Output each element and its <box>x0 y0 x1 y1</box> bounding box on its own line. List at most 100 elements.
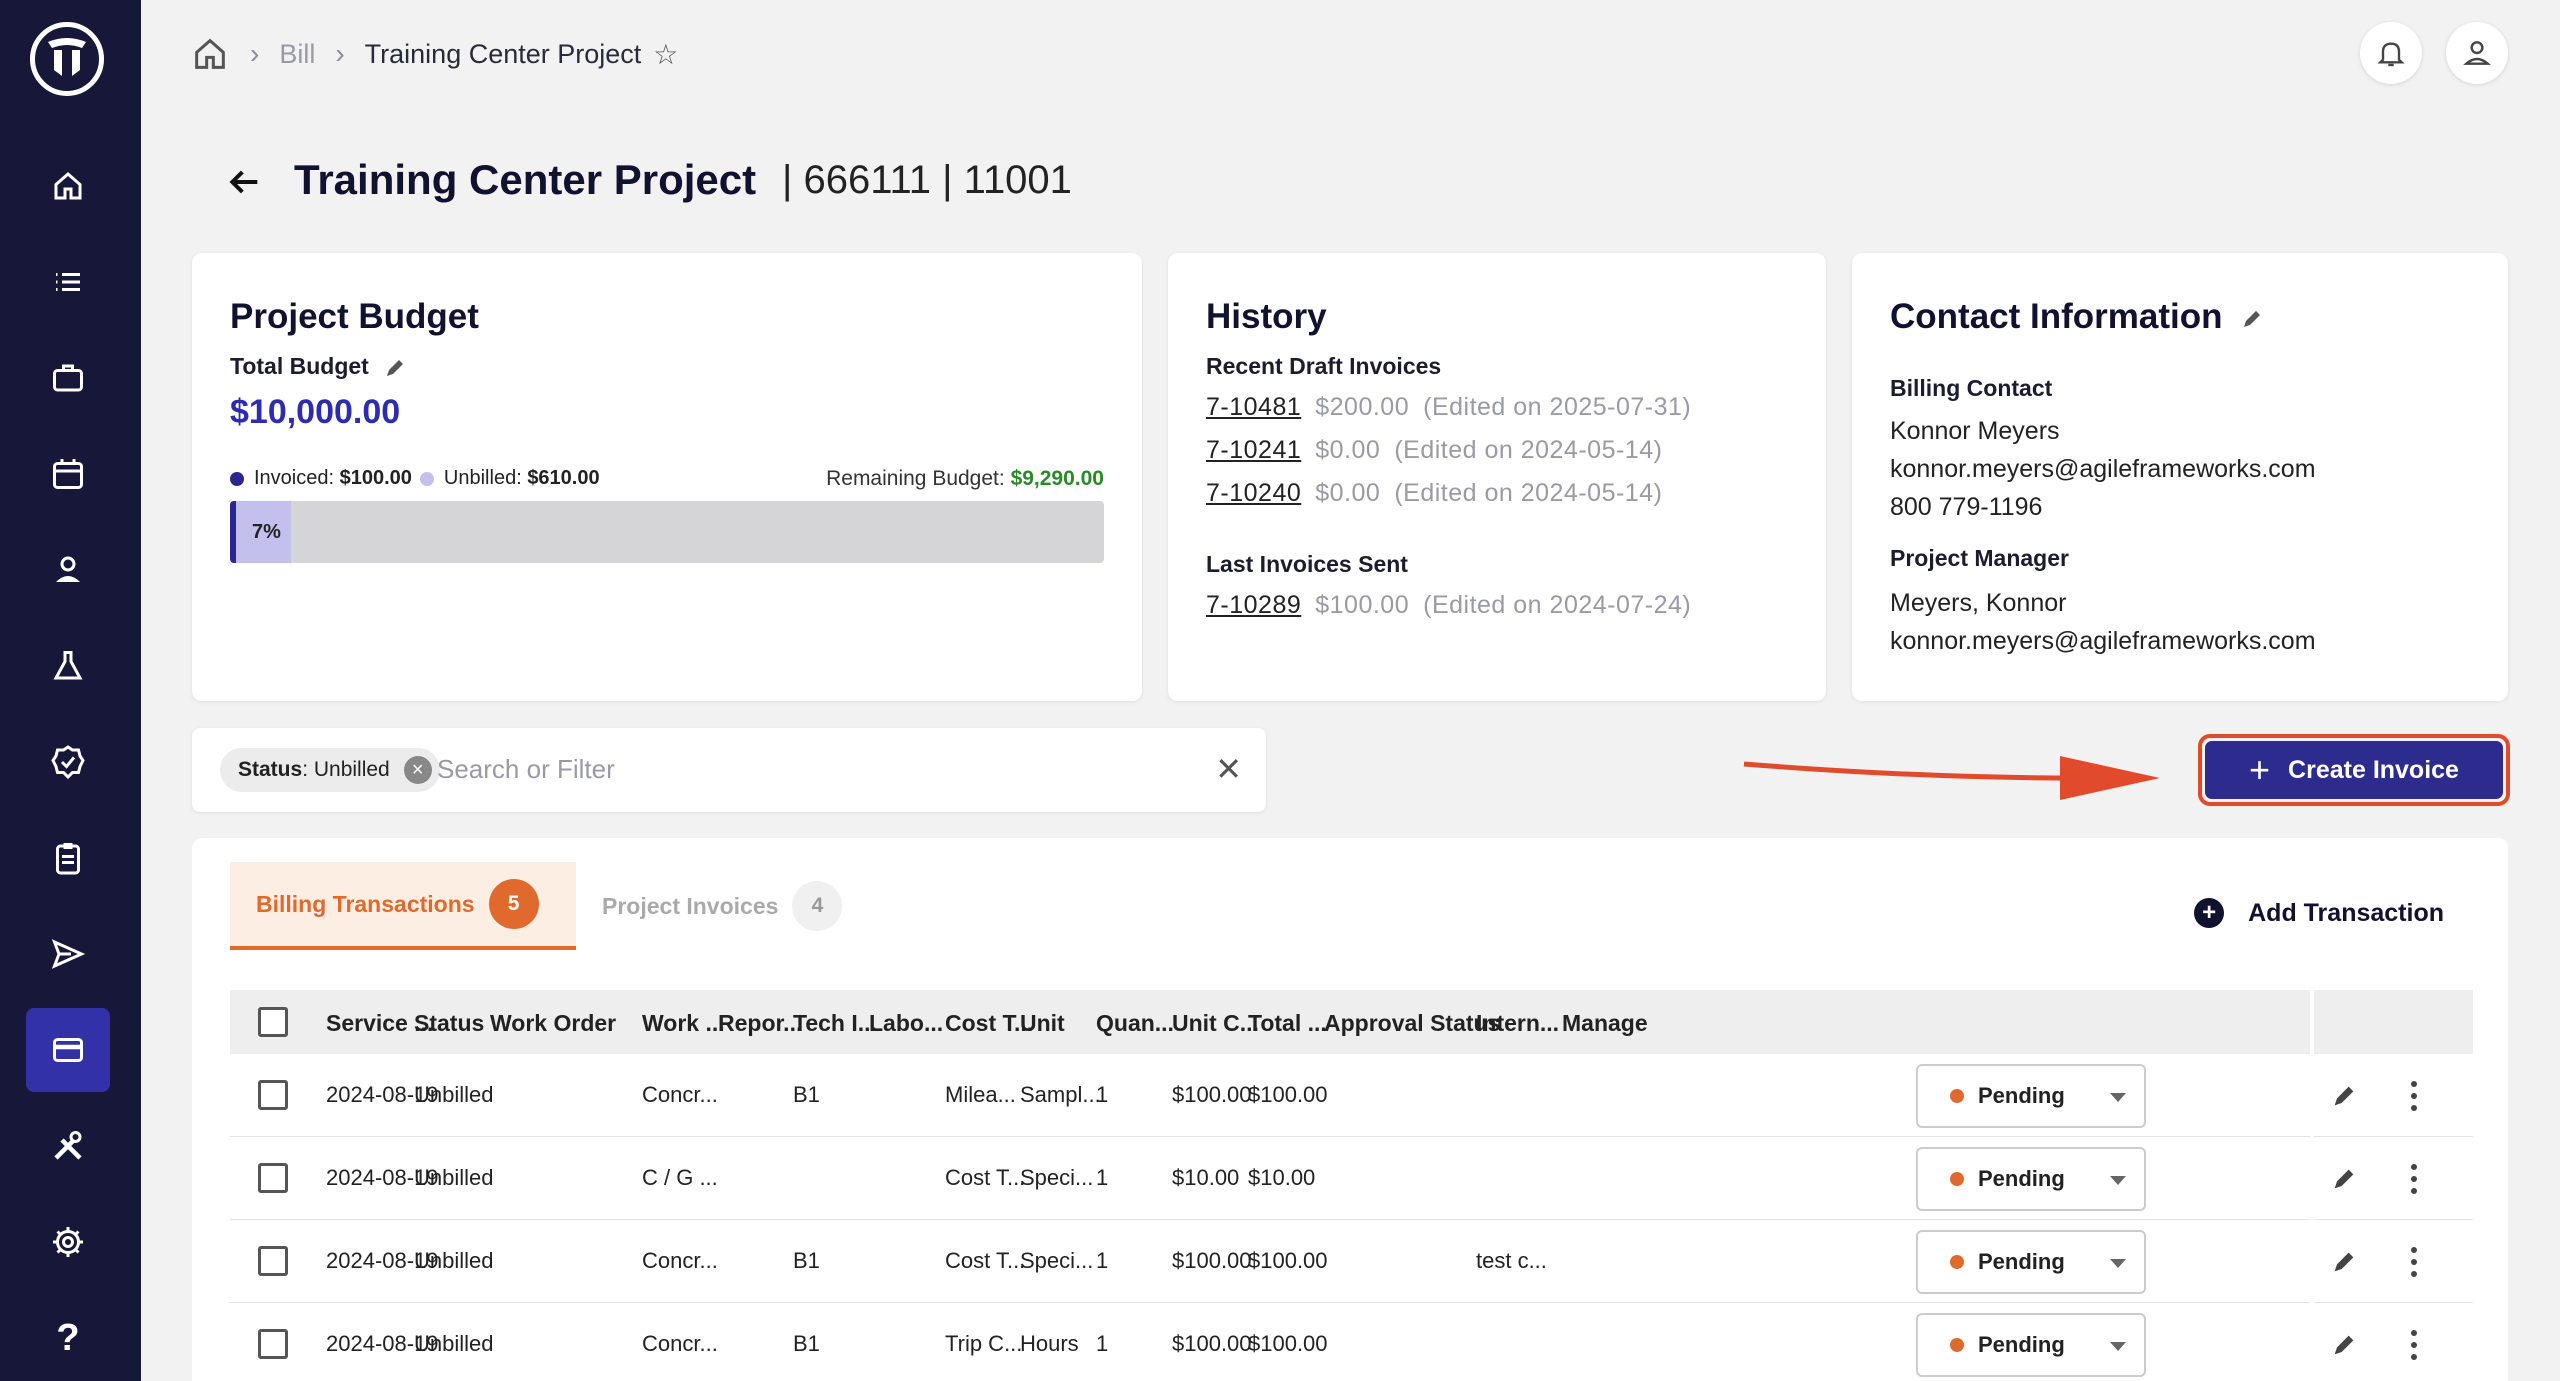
nav-approvals[interactable] <box>26 720 110 804</box>
draft-invoice-link[interactable]: 7-10241 <box>1206 436 1301 464</box>
nav-calendar[interactable] <box>26 432 110 516</box>
cell-work: C / G ... <box>642 1165 718 1190</box>
tab-count-badge: 4 <box>792 881 843 931</box>
cell-unit-cost: $10.00 <box>1172 1165 1240 1190</box>
row-checkbox[interactable] <box>258 1080 288 1110</box>
pending-status-dot <box>1950 1338 1964 1352</box>
row-checkbox[interactable] <box>258 1246 288 1276</box>
approval-status-select[interactable]: Pending <box>1916 1064 2146 1128</box>
billing-contact-phone: 800 779-1196 <box>1890 493 2043 521</box>
approval-status-value: Pending <box>1978 1249 2065 1274</box>
cell-cost-type: Cost T... <box>945 1248 1026 1273</box>
page-title: Training Center Project <box>294 156 757 203</box>
cell-cost-type: Milea... <box>945 1082 1016 1107</box>
edit-pencil-icon[interactable] <box>2330 1082 2358 1110</box>
manage-column-divider <box>2310 990 2314 1381</box>
person-badge-icon <box>56 556 80 582</box>
sent-invoice-link[interactable]: 7-10289 <box>1206 591 1301 619</box>
remove-chip-icon[interactable]: × <box>403 756 432 784</box>
list-icon <box>56 273 80 291</box>
nav-help[interactable]: ? <box>26 1296 110 1380</box>
remaining-label: Remaining Budget: <box>826 467 1005 490</box>
edit-pencil-icon[interactable] <box>2330 1331 2358 1359</box>
nav-billing[interactable] <box>26 1008 110 1092</box>
billing-contact-name: Konnor Meyers <box>1890 417 2060 445</box>
col-quantity[interactable]: Quan... <box>1096 1010 1174 1037</box>
col-tech[interactable]: Tech I... <box>793 1010 877 1037</box>
nav-send[interactable] <box>26 912 110 996</box>
edit-pencil-icon[interactable] <box>2330 1165 2358 1193</box>
add-transaction-label: Add Transaction <box>2248 898 2444 927</box>
plus-circle-icon: + <box>2194 898 2225 928</box>
col-labor[interactable]: Labo... <box>869 1010 943 1037</box>
sent-invoice-row: 7-10289 $100.00 (Edited on 2024-07-24) <box>1206 591 1691 620</box>
table-row[interactable]: 2024-08-19 Unbilled Concr... B1 Trip C... Hou… <box>230 1303 2473 1381</box>
nav-list[interactable] <box>26 240 110 324</box>
home-icon <box>54 172 82 200</box>
nav-home[interactable] <box>26 144 110 228</box>
table-row[interactable]: 2024-08-19 Unbilled Concr... B1 Milea... Samp… <box>230 1054 2473 1137</box>
col-work[interactable]: Work ... <box>642 1010 725 1037</box>
col-status[interactable]: Status <box>414 1010 484 1037</box>
table-row[interactable]: 2024-08-19 Unbilled C / G ... Cost T... Spec… <box>230 1137 2473 1220</box>
nav-projects[interactable] <box>26 336 110 420</box>
draft-invoice-link[interactable]: 7-10240 <box>1206 479 1301 507</box>
row-checkbox[interactable] <box>258 1163 288 1193</box>
table-row[interactable]: 2024-08-19 Unbilled Concr... B1 Cost T... Spe… <box>230 1220 2473 1303</box>
add-transaction-button[interactable]: + Add Transaction <box>2194 898 2444 928</box>
nav-lab[interactable] <box>26 624 110 708</box>
cell-unit: Speci... <box>1020 1165 1094 1190</box>
back-arrow-icon[interactable] <box>224 162 264 202</box>
search-input[interactable]: Search or Filter <box>437 754 615 785</box>
account-button[interactable] <box>2446 22 2508 84</box>
project-manager-email: konnor.meyers@agileframeworks.com <box>1890 627 2316 655</box>
col-work-order[interactable]: Work Order <box>490 1010 616 1037</box>
star-icon[interactable]: ☆ <box>653 38 678 71</box>
col-unit[interactable]: Unit <box>1020 1010 1065 1037</box>
draft-invoice-amount: $200.00 <box>1315 393 1410 421</box>
cell-work: Concr... <box>642 1331 718 1356</box>
pending-status-dot <box>1950 1255 1964 1269</box>
search-filter-bar[interactable]: Status: Unbilled × Search or Filter ✕ <box>192 728 1266 812</box>
approval-status-select[interactable]: Pending <box>1916 1230 2146 1294</box>
credit-card-icon <box>53 1038 83 1062</box>
more-options-icon[interactable] <box>2408 1242 2420 1282</box>
status-filter-chip[interactable]: Status: Unbilled × <box>220 748 440 792</box>
col-total[interactable]: Total ... <box>1248 1010 1327 1037</box>
breadcrumb: › Bill › Training Center Project ☆ <box>190 30 678 78</box>
nav-people[interactable] <box>26 528 110 612</box>
approval-status-select[interactable]: Pending <box>1916 1147 2146 1211</box>
nav-tools[interactable] <box>26 1104 110 1188</box>
nav-settings[interactable] <box>26 1200 110 1284</box>
row-checkbox[interactable] <box>258 1329 288 1359</box>
breadcrumb-home-icon[interactable] <box>190 34 230 74</box>
col-approval-status[interactable]: Approval Status <box>1324 1010 1500 1037</box>
col-internal[interactable]: Intern... <box>1476 1010 1559 1037</box>
help-icon: ? <box>56 1316 80 1359</box>
more-options-icon[interactable] <box>2408 1076 2420 1116</box>
chip-value: : Unbilled <box>302 758 390 781</box>
draft-invoice-link[interactable]: 7-10481 <box>1206 393 1301 421</box>
approval-status-select[interactable]: Pending <box>1916 1313 2146 1377</box>
project-budget-card: Project Budget Total Budget $10,000.00 I… <box>192 253 1142 701</box>
app-logo[interactable] <box>30 22 104 96</box>
nav-reports[interactable] <box>26 816 110 900</box>
cell-total: $100.00 <box>1248 1082 1328 1107</box>
clear-search-icon[interactable]: ✕ <box>1215 750 1242 788</box>
tab-project-invoices[interactable]: Project Invoices 4 <box>602 862 843 950</box>
clipboard-icon <box>56 843 80 875</box>
edit-pencil-icon[interactable] <box>2330 1248 2358 1276</box>
tab-billing-transactions[interactable]: Billing Transactions 5 <box>230 862 576 950</box>
edit-pencil-icon[interactable] <box>2240 307 2264 331</box>
more-options-icon[interactable] <box>2408 1159 2420 1199</box>
chevron-right-icon: › <box>250 38 260 69</box>
col-report[interactable]: Repor... <box>718 1010 802 1037</box>
create-invoice-button[interactable]: + Create Invoice <box>2205 741 2503 799</box>
more-options-icon[interactable] <box>2408 1325 2420 1365</box>
notifications-button[interactable] <box>2360 22 2422 84</box>
select-all-checkbox[interactable] <box>258 1007 288 1037</box>
col-unit-cost[interactable]: Unit C... <box>1172 1010 1259 1037</box>
breadcrumb-bill[interactable]: Bill <box>279 39 315 70</box>
edit-pencil-icon[interactable] <box>383 356 407 380</box>
cell-total: $100.00 <box>1248 1331 1328 1356</box>
